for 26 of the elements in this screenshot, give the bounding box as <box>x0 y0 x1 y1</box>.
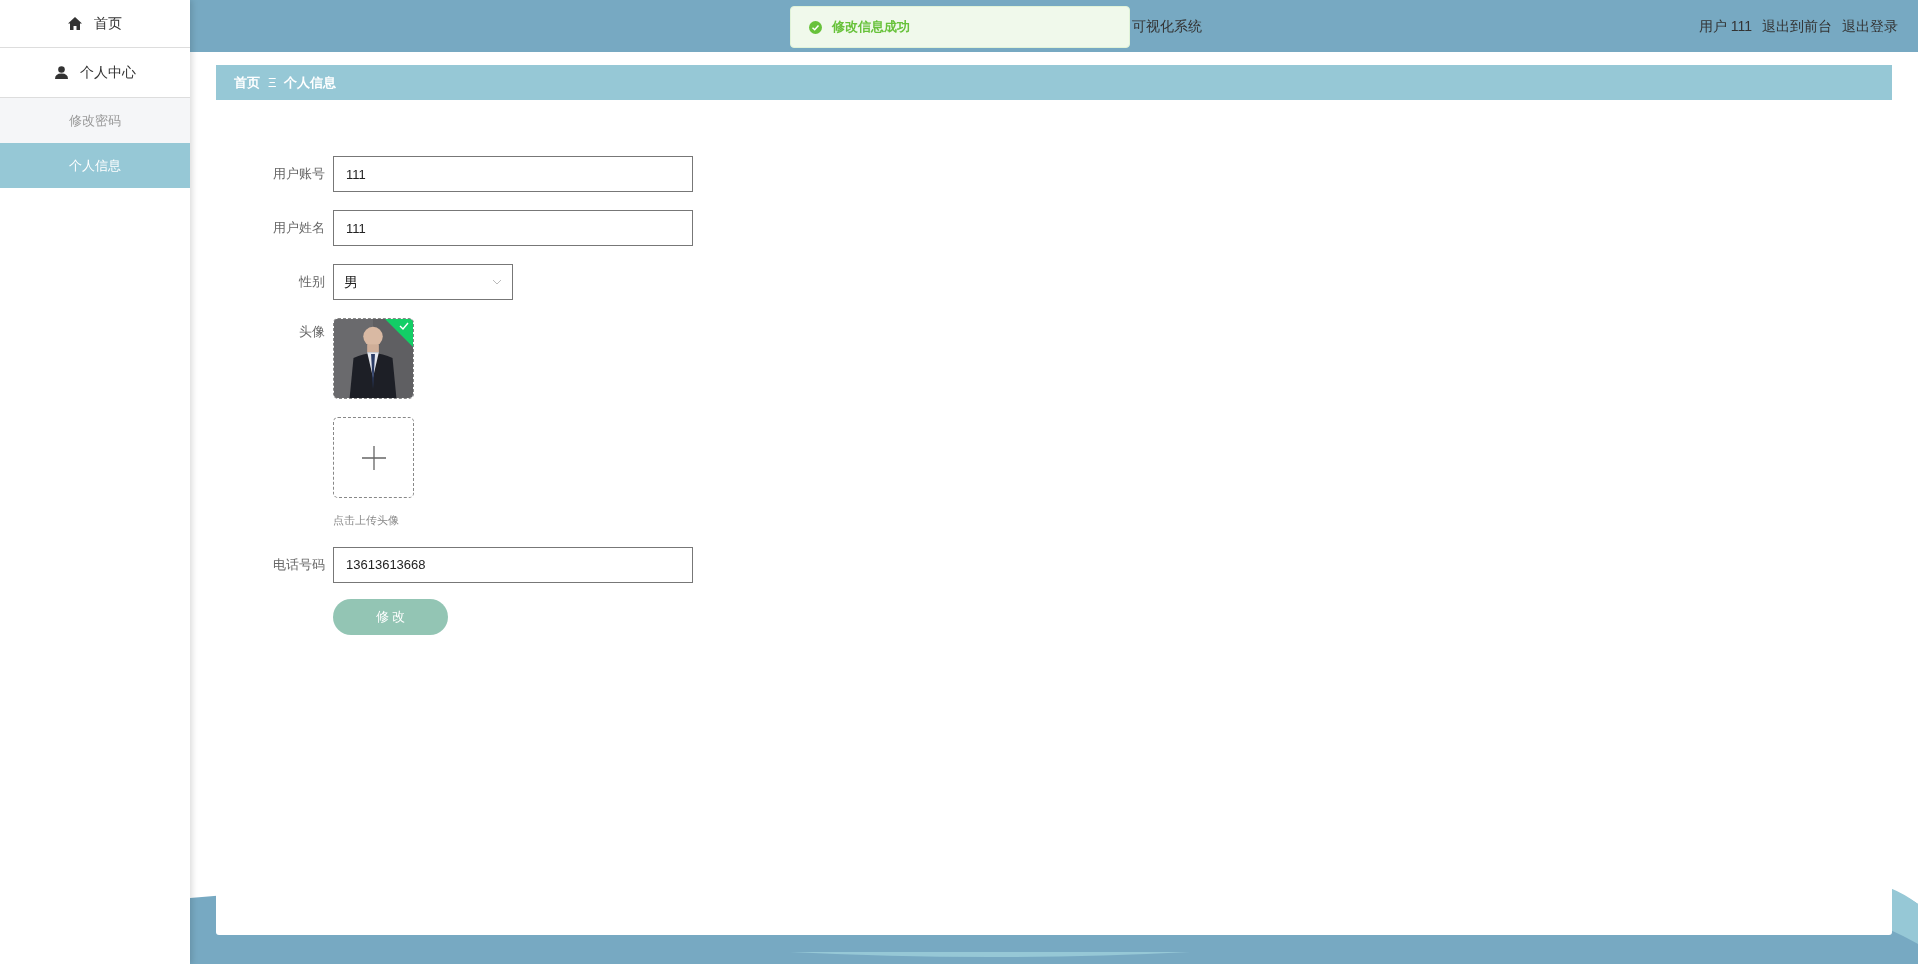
sidebar-item[interactable]: 首页 <box>0 0 190 48</box>
breadcrumb-separator: Ξ <box>268 73 277 92</box>
input-field[interactable]: 111 <box>333 210 693 246</box>
breadcrumb-item: 个人信息 <box>284 73 337 92</box>
gender-select[interactable]: 男 <box>333 264 513 300</box>
check-badge-icon <box>385 319 413 347</box>
input-field[interactable]: 13613613668 <box>333 546 693 583</box>
check-circle-icon <box>809 20 822 34</box>
success-toast: 修改信息成功 <box>790 6 1130 48</box>
user-name: 用户 111 <box>1698 16 1752 36</box>
field-label: 用户姓名 <box>272 219 325 237</box>
chevron-down-icon <box>492 279 502 285</box>
upload-hint: 点击上传头像 <box>333 513 400 528</box>
header-link[interactable]: 退出到前台 <box>1762 15 1832 37</box>
field-label: 头像 <box>298 323 325 341</box>
upload-button[interactable] <box>333 417 414 498</box>
sidebar-item[interactable]: 个人中心 <box>0 48 190 98</box>
input-field[interactable]: 111 <box>333 156 693 192</box>
header-link[interactable]: 退出登录 <box>1842 15 1898 37</box>
system-title: 可视化系统 <box>1132 17 1202 36</box>
field-label: 电话号码 <box>272 555 325 574</box>
field-label: 性别 <box>298 273 325 291</box>
home-icon <box>68 17 82 30</box>
user-icon <box>54 66 68 79</box>
field-label: 用户账号 <box>272 165 325 183</box>
plus-icon <box>361 445 386 470</box>
